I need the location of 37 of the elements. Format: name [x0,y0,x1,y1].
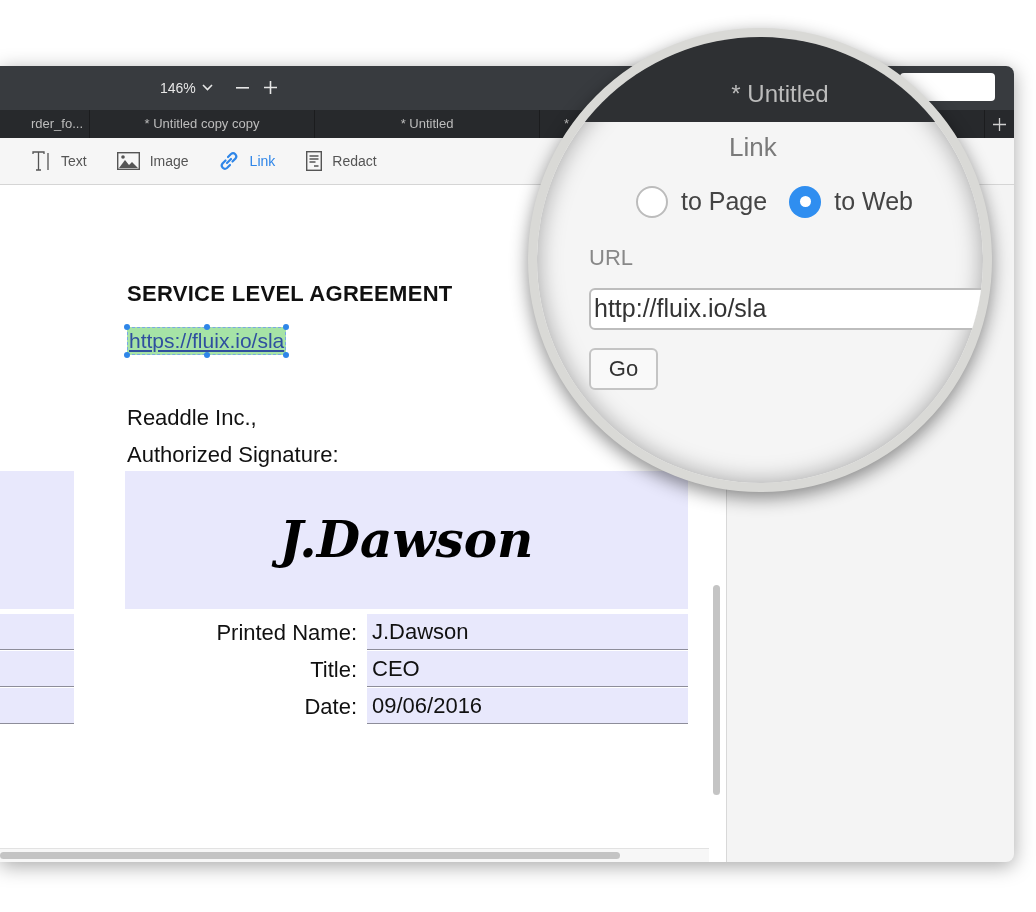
document-text: Readdle Inc., [127,404,257,432]
document-heading: SERVICE LEVEL AGREEMENT [127,280,454,307]
radio-button[interactable] [636,185,668,218]
document-icon [306,151,323,171]
go-button[interactable]: Go [589,347,658,390]
tool-button[interactable]: Text [32,150,87,172]
radio-label[interactable]: to Page [681,183,768,221]
signature-box[interactable]: J.Dawson [125,471,688,609]
hyperlink[interactable]: https://fluix.io/sla [127,327,287,355]
horizontal-scrollbar[interactable] [0,852,620,859]
tool-button[interactable]: Image [116,150,189,172]
field-label: URL [589,244,633,270]
panel-title: Link [729,132,777,162]
document-text: Authorized Signature: [127,441,339,469]
document-tab[interactable]: * Untitled [400,114,454,134]
tool-button[interactable]: Link [217,150,276,172]
vertical-scrollbar[interactable] [713,585,720,795]
field-label: Title: [310,656,357,684]
input-field[interactable]: J.Dawson [367,614,688,650]
tool-button[interactable]: Redact [306,150,377,172]
chevron-down-icon[interactable] [202,84,213,91]
field-label: Printed Name: [216,619,357,647]
new-tab-icon[interactable] [993,117,1006,131]
radio-button[interactable] [789,185,822,218]
radio-label[interactable]: to Web [834,183,913,221]
signature: J.Dawson [265,505,548,575]
input-field[interactable]: 09/06/2016 [367,688,688,724]
field-label: Date: [304,693,357,721]
document-tab[interactable]: rder_fo... [30,114,83,134]
text-cursor-icon [32,151,51,171]
document-tab[interactable]: * Untitled copy copy [144,114,260,134]
window-title: * Untitled [731,79,829,109]
input-field[interactable]: CEO [367,651,688,687]
zoom-in-icon[interactable] [264,81,277,94]
zoom-level[interactable]: 146% [160,77,196,99]
url-field[interactable]: http://fluix.io/sla [589,287,983,330]
image-icon [116,152,140,170]
